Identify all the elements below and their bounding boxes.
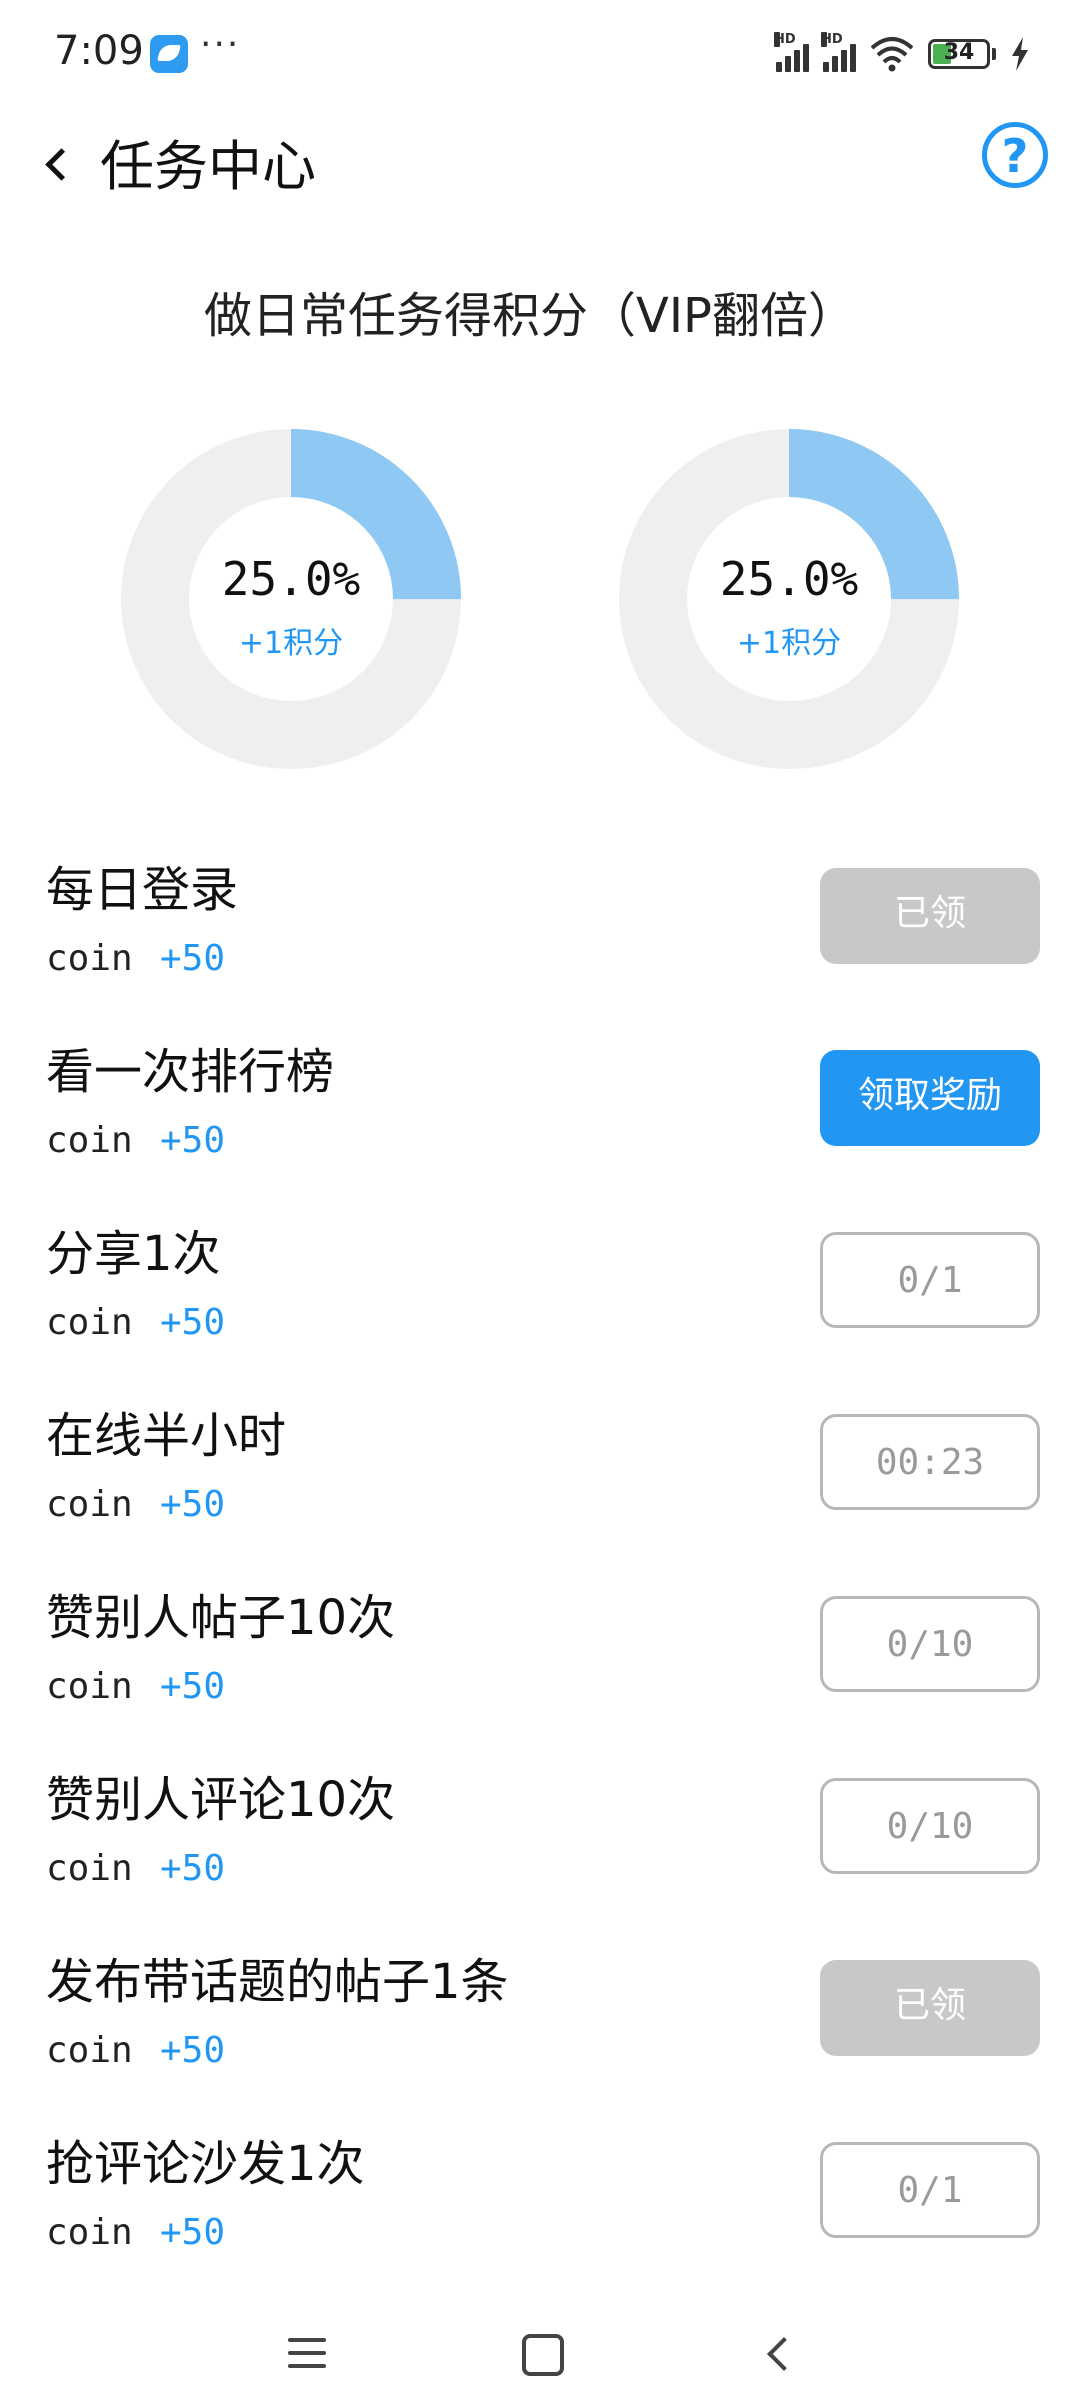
app-notification-icon	[150, 35, 188, 73]
task-row: 赞别人评论10次 coin +50 0/10	[0, 1754, 1080, 1936]
task-coin-label: coin	[46, 2030, 133, 2071]
wifi-icon	[870, 37, 914, 72]
status-time: 7:09	[54, 28, 144, 74]
status-icons: HD HD 34	[774, 30, 1030, 78]
signal-hd-label: HD	[774, 32, 796, 47]
task-reward: +50	[160, 1302, 226, 1343]
task-reward: +50	[160, 938, 226, 979]
task-progress-button[interactable]: 0/1	[820, 2142, 1040, 2238]
page-title: 任务中心	[100, 135, 316, 198]
task-name: 发布带话题的帖子1条	[46, 1954, 509, 2010]
claim-reward-button[interactable]: 领取奖励	[820, 1050, 1040, 1146]
ring-points: +1积分	[736, 626, 842, 661]
task-name: 看一次排行榜	[46, 1044, 335, 1100]
signal-hd-label: HD	[821, 32, 843, 47]
task-reward: +50	[160, 2212, 226, 2253]
task-row: 发布带话题的帖子1条 coin +50 已领	[0, 1936, 1080, 2118]
home-icon[interactable]	[522, 2334, 564, 2376]
task-name: 抢评论沙发1次	[46, 2136, 365, 2192]
ring-percent: 25.0%	[221, 552, 361, 606]
task-row: 分享1次 coin +50 0/1	[0, 1208, 1080, 1390]
task-reward: +50	[160, 1666, 226, 1707]
task-name: 赞别人帖子10次	[46, 1590, 396, 1646]
task-coin-label: coin	[46, 1848, 133, 1889]
menu-icon[interactable]	[288, 2338, 326, 2368]
back-icon[interactable]	[760, 2334, 800, 2374]
ring-percent: 25.0%	[719, 552, 859, 606]
task-reward: +50	[160, 1484, 226, 1525]
system-nav-bar	[0, 2300, 1080, 2400]
battery-tip	[992, 48, 996, 60]
task-progress-button[interactable]: 0/10	[820, 1596, 1040, 1692]
task-row: 赞别人帖子10次 coin +50 0/10	[0, 1572, 1080, 1754]
battery-icon: 34	[928, 39, 990, 69]
task-coin-label: coin	[46, 1302, 133, 1343]
task-reward: +50	[160, 1848, 226, 1889]
task-row: 每日登录 coin +50 已领	[0, 844, 1080, 1026]
section-subtitle: 做日常任务得积分（VIP翻倍）	[204, 288, 856, 344]
task-coin-label: coin	[46, 1120, 133, 1161]
task-coin-label: coin	[46, 938, 133, 979]
task-progress-button[interactable]: 0/10	[820, 1778, 1040, 1874]
task-coin-label: coin	[46, 2212, 133, 2253]
help-icon[interactable]: ?	[982, 122, 1048, 188]
task-coin-label: coin	[46, 1484, 133, 1525]
battery-percent: 34	[943, 40, 975, 65]
task-name: 分享1次	[46, 1226, 221, 1282]
task-progress-button[interactable]: 0/1	[820, 1232, 1040, 1328]
task-list: 每日登录 coin +50 已领 看一次排行榜 coin +50 领取奖励 分享…	[0, 844, 1080, 2300]
task-name: 在线半小时	[46, 1408, 287, 1464]
signal-icon: HD	[821, 32, 856, 72]
task-row: 看一次排行榜 coin +50 领取奖励	[0, 1026, 1080, 1208]
progress-ring: 25.0% +1积分	[120, 428, 462, 770]
task-row: 在线半小时 coin +50 00:23	[0, 1390, 1080, 1572]
task-coin-label: coin	[46, 1666, 133, 1707]
task-name: 每日登录	[46, 862, 239, 918]
task-name: 赞别人评论10次	[46, 1772, 396, 1828]
progress-ring: 25.0% +1积分	[618, 428, 960, 770]
ring-points: +1积分	[238, 626, 344, 661]
task-row: 抢评论沙发1次 coin +50 0/1	[0, 2118, 1080, 2300]
app-header: 任务中心 ?	[0, 110, 1080, 230]
task-reward: +50	[160, 2030, 226, 2071]
signal-icon: HD	[774, 32, 809, 72]
status-bar: 7:09 ··· HD HD 34	[0, 0, 1080, 110]
task-progress-button[interactable]: 00:23	[820, 1414, 1040, 1510]
charging-icon	[1012, 37, 1028, 71]
task-status-button[interactable]: 已领	[820, 868, 1040, 964]
task-status-button[interactable]: 已领	[820, 1960, 1040, 2056]
more-notifications-icon: ···	[200, 24, 241, 65]
back-button[interactable]	[30, 135, 90, 195]
task-reward: +50	[160, 1120, 226, 1161]
